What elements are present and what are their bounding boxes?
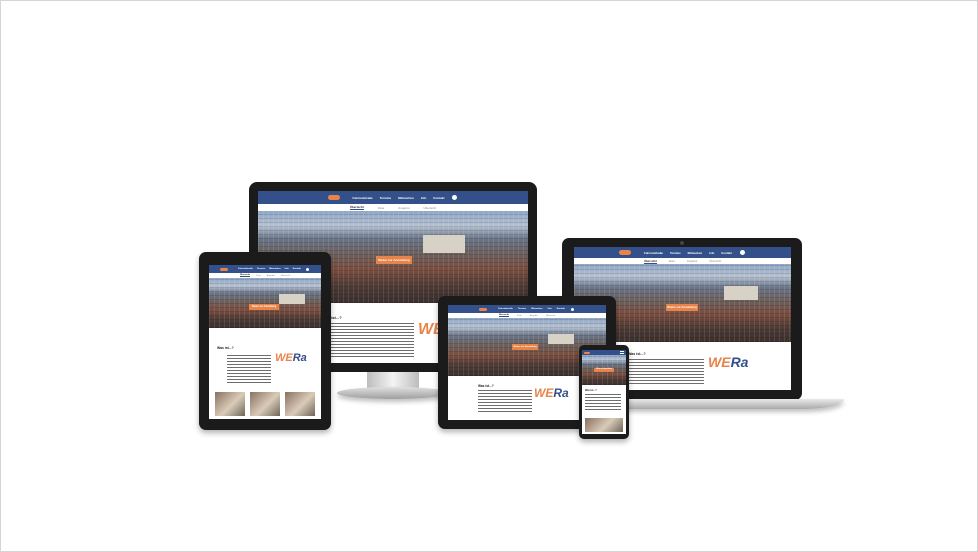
smartphone-screen: Weiter zur Anmeldung Was ist...?	[582, 350, 626, 434]
intro-title: Was ist...?	[585, 389, 597, 392]
hero-church-building	[548, 334, 574, 344]
nav-link-termine[interactable]: Termine	[518, 308, 526, 310]
hero-church-building	[279, 294, 305, 304]
subnav-tab-offer[interactable]: Angebot	[267, 275, 275, 277]
intro-title: Was ist...?	[628, 352, 646, 356]
intro-title: Was ist...?	[478, 384, 494, 388]
nav-link-termine[interactable]: Termine	[670, 251, 681, 255]
smartphone: Weiter zur Anmeldung Was ist...?	[579, 345, 629, 439]
tablet-portrait-screen: Fahrradstraße Termine Mitmachen Info Kon…	[209, 265, 321, 419]
nav-link-fahrradstrasse[interactable]: Fahrradstraße	[353, 196, 373, 200]
hero-church-building	[724, 286, 758, 300]
nav-link-mitmachen[interactable]: Mitmachen	[398, 196, 414, 200]
intro-text	[478, 390, 532, 412]
menu-icon[interactable]	[620, 351, 624, 354]
subnav-tab-overview-2[interactable]: Übersicht	[709, 259, 721, 263]
subnav-tab-overview-2[interactable]: Übersicht	[546, 315, 555, 317]
nav-link-kontakt[interactable]: Kontakt	[557, 308, 565, 310]
user-avatar-icon[interactable]	[451, 194, 459, 201]
hero-aerial-image: Weiter zur Anmeldung	[209, 278, 321, 328]
nav-link-mitmachen[interactable]: Mitmachen	[531, 308, 542, 310]
user-avatar-icon[interactable]	[304, 266, 310, 272]
nav-link-info[interactable]: Info	[421, 196, 427, 200]
nav-link-mitmachen[interactable]: Mitmachen	[688, 251, 703, 255]
tablet-portrait: Fahrradstraße Termine Mitmachen Info Kon…	[199, 252, 331, 430]
hero-cta-button[interactable]: Weiter zur Anmeldung	[376, 256, 412, 264]
brand-logo: WERa	[275, 352, 307, 364]
monitor-stand-base	[337, 387, 449, 399]
nav-link-kontakt[interactable]: Kontakt	[721, 251, 731, 255]
nav-link-fahrradstrasse[interactable]: Fahrradstraße	[644, 251, 663, 255]
brand-logo: WERa	[708, 354, 749, 370]
user-avatar-icon[interactable]	[738, 249, 746, 256]
intro-text	[628, 359, 704, 385]
photo-thumbnail-3[interactable]	[285, 392, 315, 416]
nav-link-kontakt[interactable]: Kontakt	[433, 196, 444, 200]
nav-link-info[interactable]: Info	[285, 268, 289, 270]
subnav-tab-overview[interactable]: Übersicht	[498, 314, 509, 317]
intro-text	[227, 355, 271, 383]
intro-section: Was ist...?	[582, 385, 626, 434]
photo-thumbnail-1[interactable]	[215, 392, 245, 416]
subnav-tab-overview-2[interactable]: Übersicht	[281, 275, 290, 277]
subnav-tab-offer[interactable]: Angebot	[687, 259, 697, 263]
site-logo-icon[interactable]	[327, 195, 340, 200]
nav-link-fahrradstrasse[interactable]: Fahrradstraße	[498, 308, 513, 310]
nav-link-termine[interactable]: Termine	[257, 268, 265, 270]
hero-cta-button[interactable]: Weiter zur Anmeldung	[512, 344, 538, 350]
nav-link-info[interactable]: Info	[548, 308, 552, 310]
hero-aerial-image: Weiter zur Anmeldung	[582, 355, 626, 385]
hero-cta-button[interactable]: Weiter zur Anmeldung	[594, 368, 614, 372]
site-nav: Fahrradstraße Termine Mitmachen Info Kon…	[258, 191, 528, 204]
hero-church-building	[423, 235, 465, 253]
site-logo-icon[interactable]	[584, 351, 590, 354]
user-avatar-icon[interactable]	[569, 306, 575, 312]
site-nav: Fahrradstraße Termine Mitmachen Info Kon…	[574, 247, 791, 258]
subnav-tab-overview-2[interactable]: Übersicht	[423, 206, 436, 210]
subnav-tab-overview[interactable]: Übersicht	[643, 259, 657, 264]
subnav-tab-goals[interactable]: Ziele	[517, 315, 522, 317]
subnav-tab-goals[interactable]: Ziele	[256, 275, 261, 277]
nav-link-termine[interactable]: Termine	[380, 196, 391, 200]
intro-title: Was ist...?	[217, 346, 234, 350]
subnav-tab-overview[interactable]: Übersicht	[239, 274, 250, 277]
intro-section: Was ist...? WERa	[209, 328, 321, 419]
intro-text	[322, 323, 414, 359]
site-logo-icon[interactable]	[479, 307, 488, 311]
site-nav: Fahrradstraße Termine Mitmachen Info Kon…	[448, 305, 606, 313]
photo-thumbnail-2[interactable]	[250, 392, 280, 416]
laptop-camera	[680, 241, 684, 245]
site-nav: Fahrradstraße Termine Mitmachen Info Kon…	[209, 265, 321, 273]
subnav-tab-offer[interactable]: Angebot	[398, 206, 409, 210]
subnav-tab-overview[interactable]: Übersicht	[349, 205, 364, 210]
nav-link-kontakt[interactable]: Kontakt	[293, 268, 301, 270]
brand-logo: WERa	[534, 386, 569, 400]
subnav-tab-goals[interactable]: Ziele	[378, 206, 385, 210]
subnav-tab-offer[interactable]: Angebot	[530, 315, 538, 317]
hero-cta-button[interactable]: Weiter zur Anmeldung	[666, 304, 698, 311]
nav-link-fahrradstrasse[interactable]: Fahrradstraße	[238, 268, 253, 270]
photo-thumbnail[interactable]	[585, 418, 623, 432]
nav-link-info[interactable]: Info	[709, 251, 714, 255]
site-logo-icon[interactable]	[220, 267, 229, 271]
hero-cta-button[interactable]: Weiter zur Anmeldung	[249, 304, 279, 310]
site-logo-icon[interactable]	[619, 250, 632, 255]
nav-link-mitmachen[interactable]: Mitmachen	[269, 268, 280, 270]
intro-text	[585, 394, 621, 412]
subnav-tab-goals[interactable]: Ziele	[669, 259, 675, 263]
